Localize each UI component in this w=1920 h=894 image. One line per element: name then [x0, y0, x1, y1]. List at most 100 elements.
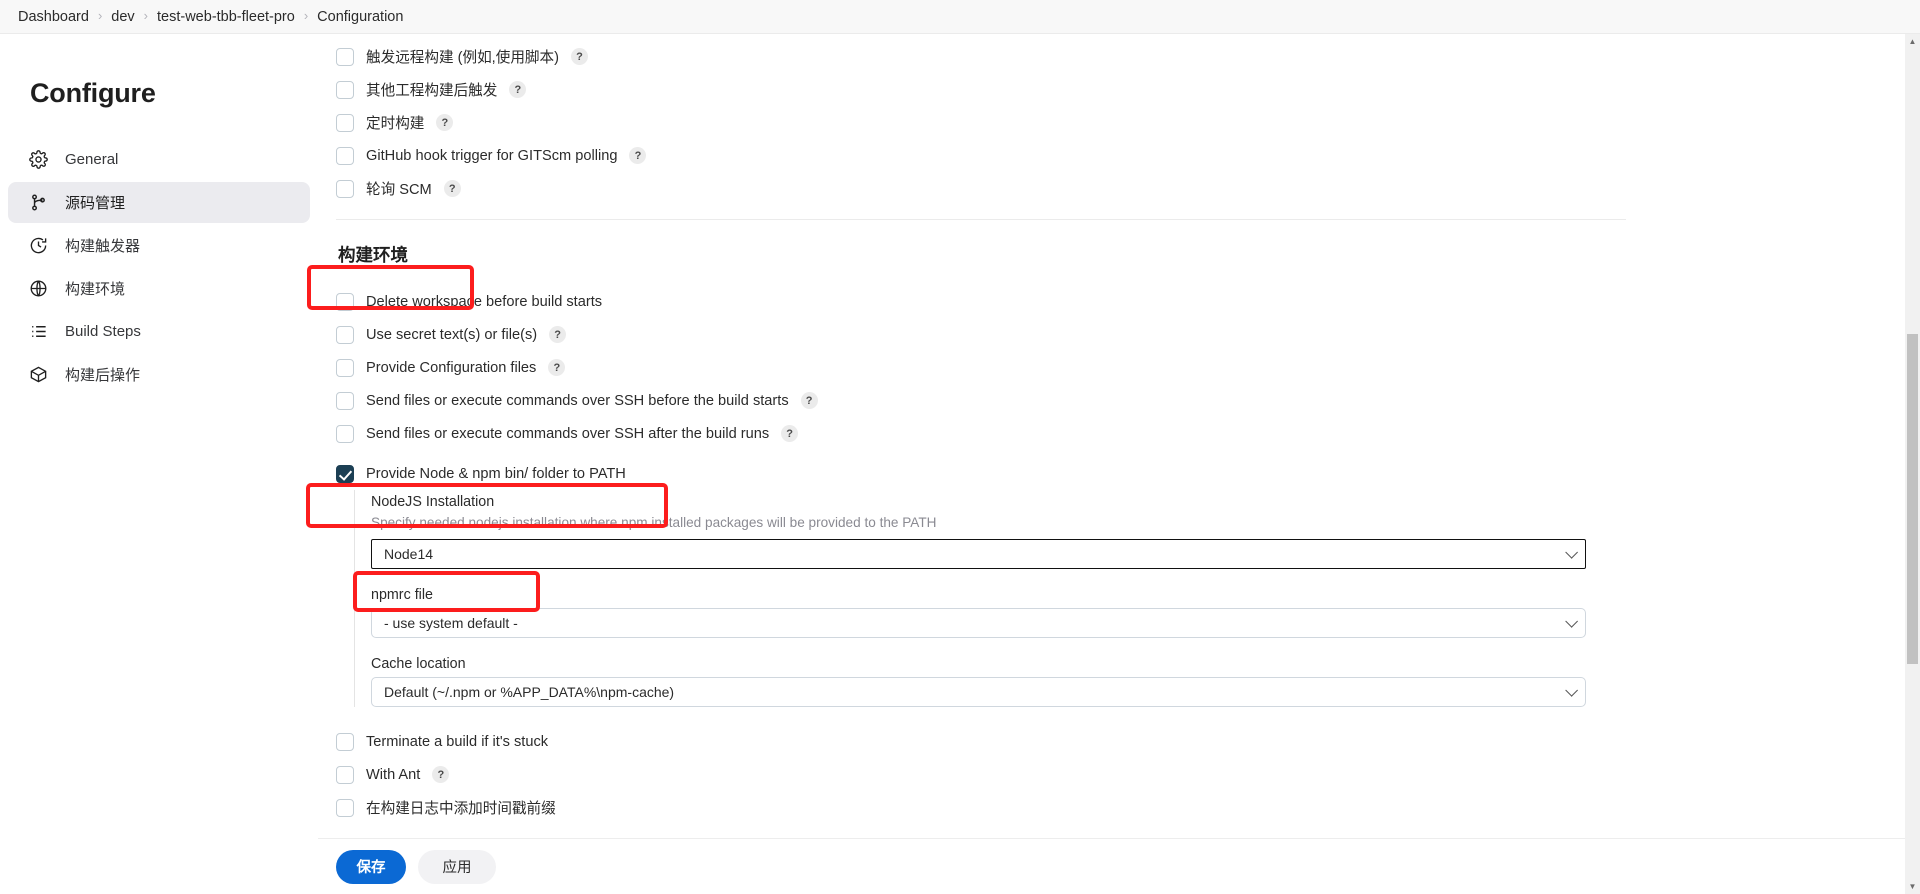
- with-ant-checkbox[interactable]: [336, 765, 354, 784]
- nodejs-installation-value: Node14: [384, 546, 434, 562]
- nodejs-installation-description: Specify needed nodejs installation where…: [371, 515, 937, 530]
- checkbox-row[interactable]: Send files or execute commands over SSH …: [318, 417, 1920, 450]
- source-branch-icon: [28, 192, 49, 213]
- trigger-scheduled-build-checkbox[interactable]: [336, 113, 354, 132]
- npmrc-file-label: npmrc file: [371, 587, 433, 603]
- npmrc-file-value: - use system default -: [384, 615, 518, 631]
- nodejs-installation-field: NodeJS Installation Specify needed nodej…: [371, 494, 1920, 569]
- sidebar-item-source-control[interactable]: 源码管理: [8, 182, 310, 223]
- chevron-down-icon: [1565, 683, 1578, 697]
- checkbox-row[interactable]: 其他工程构建后触发 ?: [318, 73, 1920, 106]
- package-icon: [28, 364, 49, 385]
- section-divider: [336, 219, 1626, 220]
- sidebar-nav: General 源码管理 构建触发器 构建环境 Build Steps 构建后操…: [0, 139, 318, 395]
- checkbox-label: Send files or execute commands over SSH …: [366, 392, 789, 409]
- checkbox-row[interactable]: Send files or execute commands over SSH …: [318, 384, 1920, 417]
- save-button[interactable]: 保存: [336, 849, 406, 884]
- sidebar-item-post-build-actions[interactable]: 构建后操作: [8, 354, 310, 395]
- use-secret-text-checkbox[interactable]: [336, 325, 354, 344]
- checkbox-label: GitHub hook trigger for GITScm polling: [366, 147, 618, 164]
- breadcrumb-item-project[interactable]: test-web-tbb-fleet-pro: [157, 9, 295, 25]
- cache-location-select[interactable]: Default (~/.npm or %APP_DATA%\npm-cache): [371, 677, 1586, 707]
- sidebar-item-label: 构建触发器: [65, 238, 141, 255]
- help-icon[interactable]: ?: [436, 114, 454, 131]
- help-icon[interactable]: ?: [509, 81, 527, 98]
- trigger-remote-build-checkbox[interactable]: [336, 47, 354, 66]
- cache-location-value: Default (~/.npm or %APP_DATA%\npm-cache): [384, 684, 675, 700]
- breadcrumb-separator-icon: ›: [303, 8, 309, 23]
- list-icon: [28, 321, 49, 342]
- checkbox-label: 其他工程构建后触发: [366, 83, 498, 99]
- provide-configuration-files-checkbox[interactable]: [336, 358, 354, 377]
- main-content: 触发远程构建 (例如,使用脚本) ? 其他工程构建后触发 ? 定时构建 ? Gi…: [318, 34, 1920, 894]
- checkbox-row[interactable]: 轮询 SCM ?: [318, 172, 1920, 205]
- provide-node-npm-row[interactable]: Provide Node & npm bin/ folder to PATH: [318, 457, 1920, 490]
- sidebar-item-build-steps[interactable]: Build Steps: [8, 311, 310, 352]
- breadcrumb-separator-icon: ›: [97, 8, 103, 23]
- help-icon[interactable]: ?: [800, 392, 818, 409]
- chevron-down-icon: [1565, 614, 1578, 628]
- checkbox-label: 触发远程构建 (例如,使用脚本): [366, 50, 559, 66]
- checkbox-row[interactable]: Provide Configuration files ?: [318, 351, 1920, 384]
- ssh-after-build-checkbox[interactable]: [336, 424, 354, 443]
- checkbox-row[interactable]: Use secret text(s) or file(s) ?: [318, 318, 1920, 351]
- checkbox-row[interactable]: 在构建日志中添加时间戳前缀: [318, 791, 1920, 824]
- npmrc-file-field: npmrc file - use system default -: [371, 587, 1920, 638]
- help-icon[interactable]: ?: [629, 147, 647, 164]
- checkbox-row[interactable]: With Ant ?: [318, 758, 1920, 791]
- breadcrumb-separator-icon: ›: [143, 8, 149, 23]
- checkbox-label: 在构建日志中添加时间戳前缀: [366, 801, 556, 817]
- scrollbar-thumb[interactable]: [1907, 334, 1918, 664]
- checkbox-label: With Ant: [366, 766, 421, 783]
- checkbox-label: Send files or execute commands over SSH …: [366, 425, 770, 442]
- help-icon[interactable]: ?: [548, 359, 566, 376]
- nodejs-installation-label: NodeJS Installation: [371, 494, 495, 510]
- sidebar-item-label: 构建环境: [65, 281, 126, 298]
- checkbox-label: 轮询 SCM: [366, 182, 432, 198]
- help-icon[interactable]: ?: [443, 180, 461, 197]
- npmrc-file-select[interactable]: - use system default -: [371, 608, 1586, 638]
- checkbox-label: Terminate a build if it's stuck: [366, 733, 549, 750]
- checkbox-row[interactable]: Delete workspace before build starts: [318, 285, 1920, 318]
- page-body: Configure General 源码管理 构建触发器 构建环境 Build …: [0, 34, 1920, 894]
- checkbox-label: Provide Node & npm bin/ folder to PATH: [366, 465, 626, 482]
- globe-icon: [28, 278, 49, 299]
- delete-workspace-checkbox[interactable]: [336, 292, 354, 311]
- checkbox-row[interactable]: GitHub hook trigger for GITScm polling ?: [318, 139, 1920, 172]
- sidebar-item-build-triggers[interactable]: 构建触发器: [8, 225, 310, 266]
- sidebar-item-label: General: [65, 151, 119, 168]
- provide-node-npm-checkbox[interactable]: [336, 464, 354, 483]
- sidebar-item-build-environment[interactable]: 构建环境: [8, 268, 310, 309]
- config-form: 触发远程构建 (例如,使用脚本) ? 其他工程构建后触发 ? 定时构建 ? Gi…: [318, 40, 1920, 824]
- breadcrumb-item-dashboard[interactable]: Dashboard: [18, 9, 89, 25]
- help-icon[interactable]: ?: [781, 425, 799, 442]
- cache-location-label: Cache location: [371, 656, 466, 672]
- cache-location-field: Cache location Default (~/.npm or %APP_D…: [371, 656, 1920, 707]
- help-icon[interactable]: ?: [570, 48, 588, 65]
- help-icon[interactable]: ?: [432, 766, 450, 783]
- breadcrumb-item-dev[interactable]: dev: [111, 9, 134, 25]
- checkbox-label: 定时构建: [366, 116, 425, 132]
- help-icon[interactable]: ?: [549, 326, 567, 343]
- nodejs-config-panel: NodeJS Installation Specify needed nodej…: [354, 490, 1920, 707]
- checkbox-row[interactable]: Terminate a build if it's stuck: [318, 725, 1920, 758]
- trigger-after-other-projects-checkbox[interactable]: [336, 80, 354, 99]
- scroll-up-arrow-icon[interactable]: ▲: [1905, 34, 1920, 49]
- terminate-stuck-build-checkbox[interactable]: [336, 732, 354, 751]
- timestamp-prefix-checkbox[interactable]: [336, 798, 354, 817]
- vertical-scrollbar[interactable]: ▲ ▼: [1905, 34, 1920, 894]
- checkbox-row[interactable]: 触发远程构建 (例如,使用脚本) ?: [318, 40, 1920, 73]
- gear-icon: [28, 149, 49, 170]
- checkbox-row[interactable]: 定时构建 ?: [318, 106, 1920, 139]
- sidebar-item-label: Build Steps: [65, 323, 141, 340]
- breadcrumb-item-configuration[interactable]: Configuration: [317, 9, 403, 25]
- nodejs-installation-select[interactable]: Node14: [371, 539, 1586, 569]
- checkbox-label: Use secret text(s) or file(s): [366, 326, 538, 343]
- scroll-down-arrow-icon[interactable]: ▼: [1905, 879, 1920, 894]
- github-hook-trigger-checkbox[interactable]: [336, 146, 354, 165]
- page-title: Configure: [30, 78, 156, 108]
- sidebar-item-general[interactable]: General: [8, 139, 310, 180]
- poll-scm-checkbox[interactable]: [336, 179, 354, 198]
- ssh-before-build-checkbox[interactable]: [336, 391, 354, 410]
- apply-button[interactable]: 应用: [418, 849, 496, 884]
